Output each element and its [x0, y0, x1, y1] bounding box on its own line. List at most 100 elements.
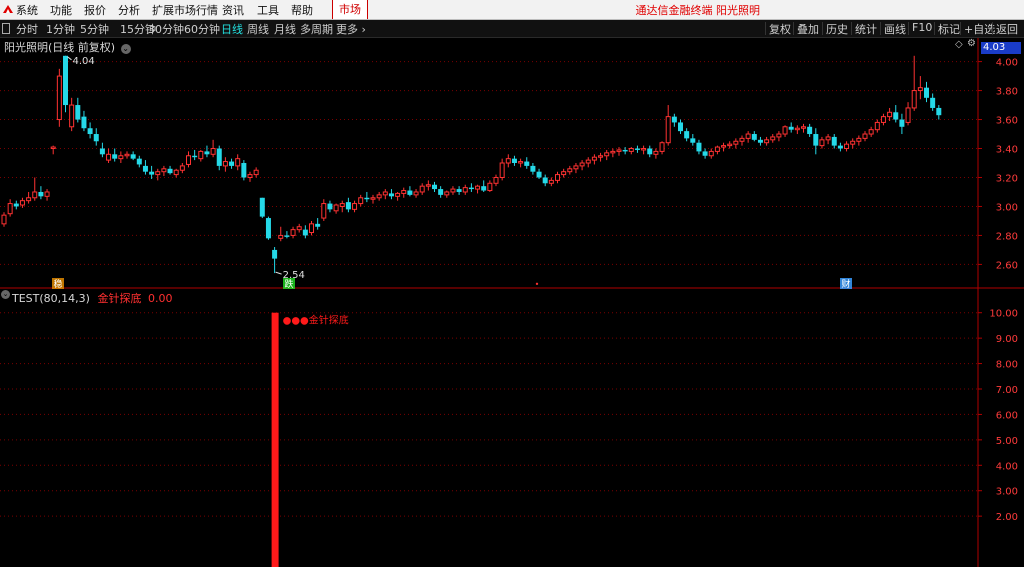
candle-body-down — [99, 148, 105, 155]
candle-body-down — [813, 134, 819, 146]
candle-body-up — [616, 149, 622, 152]
candle-body-down — [216, 148, 222, 166]
menu-bar: 系统 功能 报价 分析 扩展市场行情 资讯 工具 帮助 市场 通达信金融终端 阳光照明 — [0, 0, 1024, 20]
indicator-tick-label: 5.00 — [996, 436, 1018, 447]
toolbar-button-7[interactable]: +自选 — [964, 21, 995, 37]
candle-body-down — [438, 189, 444, 195]
candle-body-down — [647, 148, 653, 155]
indicator-title: TEST(80,14,3) 金针探底 0.00 — [12, 290, 172, 306]
signal-bar — [271, 312, 279, 567]
candle-body-up — [370, 197, 376, 200]
candle-body-down — [936, 107, 942, 116]
candle-body-up — [235, 158, 241, 167]
period-tab-9[interactable]: 多周期 — [300, 21, 333, 37]
panel-toggle-icon[interactable] — [2, 23, 10, 34]
menu-item-5[interactable]: 资讯 — [222, 2, 244, 18]
candle-body-up — [1, 214, 7, 225]
app-title: 通达信金融终端 阳光照明 — [635, 4, 761, 17]
menu-item-3[interactable]: 分析 — [118, 2, 140, 18]
candle-body-up — [493, 176, 499, 184]
candle-body-down — [136, 158, 142, 165]
market-menu[interactable]: 市场 — [332, 0, 368, 19]
candle-body-down — [536, 171, 542, 178]
toolbar-button-2[interactable]: 历史 — [826, 21, 848, 37]
toolbar-button-4[interactable]: 画线 — [884, 21, 906, 37]
candle-body-up — [401, 190, 407, 194]
menu-item-7[interactable]: 帮助 — [291, 2, 313, 18]
event-marker-text: 稳 — [53, 278, 62, 290]
candle-body-up — [610, 150, 616, 154]
toolbar-button-8[interactable]: 返回 — [996, 21, 1018, 37]
low-arrow — [275, 271, 282, 275]
candle-body-down — [364, 197, 370, 200]
menu-item-1[interactable]: 功能 — [50, 2, 72, 18]
candle-body-up — [56, 75, 62, 121]
candle-body-up — [32, 191, 38, 199]
event-marker-text: 跌 — [284, 279, 293, 290]
menu-item-6[interactable]: 工具 — [257, 2, 279, 18]
candle-body-up — [505, 158, 511, 164]
candle-body-up — [598, 155, 604, 158]
period-tab-5[interactable]: 60分钟 — [184, 21, 220, 37]
price-tick-label: 2.60 — [996, 260, 1018, 271]
candle-body-down — [284, 235, 290, 237]
period-tab-8[interactable]: 月线 — [274, 21, 296, 37]
indicator-tick-label: 2.00 — [996, 512, 1018, 523]
period-tab-0[interactable]: 分时 — [16, 21, 38, 37]
candle-body-up — [862, 133, 868, 139]
toolbar-button-3[interactable]: 统计 — [855, 21, 877, 37]
candle-body-up — [376, 194, 382, 199]
candle-body-up — [628, 148, 634, 152]
candle-body-up — [721, 145, 727, 148]
candle-body-up — [548, 179, 554, 184]
candle-body-up — [764, 139, 770, 144]
candle-body-down — [75, 105, 81, 120]
candle-body-up — [444, 191, 450, 196]
signal-label: ●●●金针探底 — [283, 314, 349, 327]
toolbar-button-1[interactable]: 叠加 — [797, 21, 819, 37]
candle-body-up — [475, 185, 481, 190]
period-tab-10[interactable]: 更多 › — [336, 21, 366, 37]
indicator-value-label: 金针探底 — [97, 292, 142, 305]
menu-item-2[interactable]: 报价 — [84, 2, 106, 18]
menu-item-0[interactable]: 系统 — [16, 2, 38, 18]
period-tab-1[interactable]: 1分钟 — [46, 21, 75, 37]
candle-body-up — [333, 204, 339, 212]
candle-body-up — [450, 188, 456, 193]
indicator-collapse-icon[interactable]: ⌄ — [1, 290, 10, 299]
candle-body-down — [38, 191, 44, 197]
indicator-value: 0.00 — [147, 292, 173, 305]
toolbar-button-0[interactable]: 复权 — [769, 21, 791, 37]
period-tab-4[interactable]: 30分钟 — [148, 21, 184, 37]
candle-body-down — [622, 149, 628, 152]
candle-body-down — [524, 161, 530, 166]
candle-body-down — [468, 187, 474, 190]
menu-item-4[interactable]: 扩展市场行情 — [152, 2, 218, 18]
candle-body-down — [831, 136, 837, 146]
price-tick-label: 3.60 — [996, 116, 1018, 127]
candle-body-up — [573, 165, 579, 170]
candle-body-up — [382, 191, 388, 196]
candle-body-up — [659, 142, 665, 152]
high-arrow — [67, 56, 72, 61]
candle-body-up — [425, 184, 431, 187]
candle-body-up — [825, 136, 831, 141]
period-tab-6[interactable]: 日线 — [221, 21, 243, 37]
indicator-tick-label: 8.00 — [996, 360, 1018, 371]
candle-body-down — [302, 229, 308, 236]
candle-body-down — [690, 138, 696, 143]
candle-body-up — [739, 137, 745, 142]
candle-body-down — [634, 148, 640, 150]
toolbar-button-5[interactable]: F10 — [912, 21, 932, 34]
chart-area[interactable]: 阳光照明(日线 前复权) ⌄ ◇ ⚙ 4.03 4.00 3.80 3.60 3.40… — [0, 38, 1024, 567]
candle-body-up — [518, 161, 524, 164]
period-tab-7[interactable]: 周线 — [247, 21, 269, 37]
period-tab-2[interactable]: 5分钟 — [80, 21, 109, 37]
toolbar-divider — [851, 22, 852, 35]
toolbar-button-6[interactable]: 标记 — [938, 21, 960, 37]
indicator-tick-label: 3.00 — [996, 487, 1018, 498]
price-tick-label: 3.80 — [996, 87, 1018, 98]
candle-body-down — [807, 126, 813, 135]
candle-body-down — [511, 158, 517, 163]
candle-body-down — [671, 116, 677, 123]
